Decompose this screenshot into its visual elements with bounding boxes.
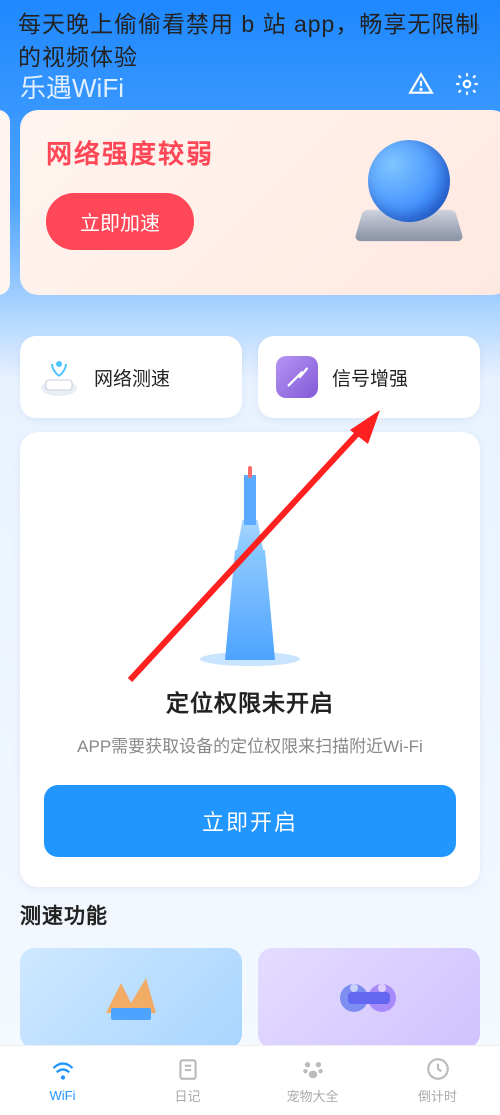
speed-feature-card-1[interactable] xyxy=(20,948,242,1048)
overlay-article-text: 每天晚上偷偷看禁用 b 站 app，畅享无限制的视频体验 xyxy=(18,8,482,75)
wifi-router-icon xyxy=(38,356,80,398)
nav-label: 日记 xyxy=(174,1086,200,1105)
permission-description: APP需要获取设备的定位权限来扫描附近Wi-Fi xyxy=(77,732,423,757)
nav-label: 宠物大全 xyxy=(286,1086,338,1105)
nav-countdown[interactable]: 倒计时 xyxy=(375,1046,500,1115)
paw-icon xyxy=(300,1056,326,1082)
speed-feature-card-2[interactable] xyxy=(258,948,480,1048)
nav-label: 倒计时 xyxy=(418,1086,457,1105)
section-title: 测速功能 xyxy=(20,900,480,930)
bottom-navigation: WiFi 日记 宠物大全 倒计时 xyxy=(0,1045,500,1115)
banner-title: 网络强度较弱 xyxy=(46,134,214,171)
speed-test-card[interactable]: 网络测速 xyxy=(20,336,242,418)
wifi-icon xyxy=(50,1058,76,1084)
diary-icon xyxy=(175,1056,201,1082)
nav-wifi[interactable]: WiFi xyxy=(0,1046,125,1115)
accelerate-button[interactable]: 立即加速 xyxy=(46,193,194,250)
settings-icon[interactable] xyxy=(454,71,480,102)
location-permission-card: 定位权限未开启 APP需要获取设备的定位权限来扫描附近Wi-Fi 立即开启 xyxy=(20,432,480,887)
globe-server-icon xyxy=(354,140,464,250)
tools-row: 网络测速 信号增强 xyxy=(20,336,480,418)
clock-icon xyxy=(425,1056,451,1082)
tool-label: 网络测速 xyxy=(94,364,170,391)
signal-tower-icon xyxy=(190,470,310,660)
nav-diary[interactable]: 日记 xyxy=(125,1046,250,1115)
enable-permission-button[interactable]: 立即开启 xyxy=(44,785,456,857)
banner-peek-left xyxy=(0,110,10,295)
signal-boost-icon xyxy=(276,356,318,398)
nav-pets[interactable]: 宠物大全 xyxy=(250,1046,375,1115)
signal-boost-card[interactable]: 信号增强 xyxy=(258,336,480,418)
speed-test-section: 测速功能 xyxy=(20,900,480,1048)
warning-icon[interactable] xyxy=(408,71,434,102)
network-status-banner[interactable]: 网络强度较弱 立即加速 xyxy=(20,110,500,295)
tool-label: 信号增强 xyxy=(332,364,408,391)
permission-title: 定位权限未开启 xyxy=(166,684,334,718)
nav-label: WiFi xyxy=(50,1088,76,1103)
